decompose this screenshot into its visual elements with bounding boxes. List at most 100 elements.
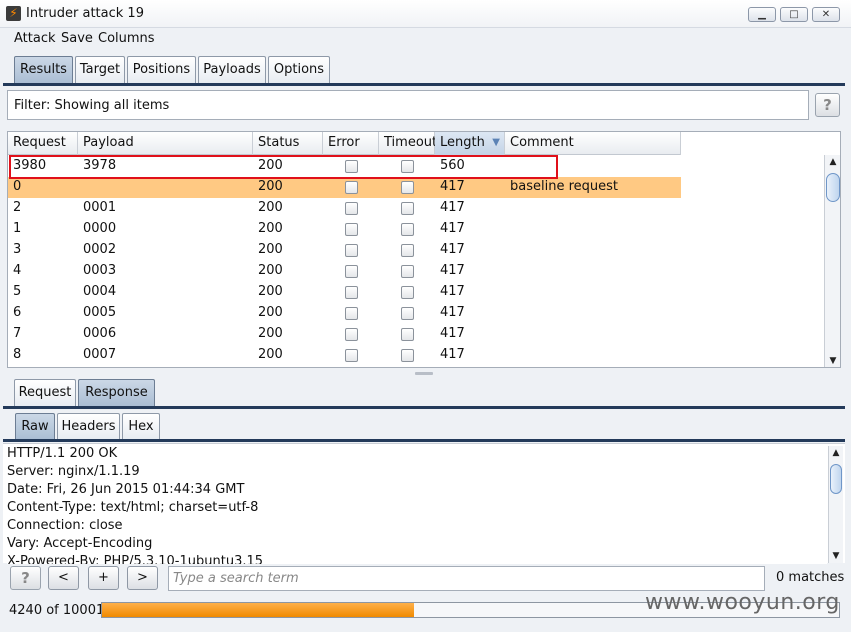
- table-row[interactable]: 5 0004 200 417: [8, 282, 681, 303]
- search-next-button[interactable]: >: [127, 566, 158, 590]
- col-error[interactable]: Error: [323, 132, 379, 155]
- cell-length: 417: [440, 263, 465, 278]
- cell-comment: baseline request: [510, 179, 618, 194]
- error-checkbox[interactable]: [345, 349, 358, 362]
- tab-payloads[interactable]: Payloads: [198, 56, 266, 84]
- scroll-down-icon[interactable]: ▼: [825, 354, 840, 367]
- timeout-checkbox[interactable]: [401, 202, 414, 215]
- table-row[interactable]: 8 0007 200 417: [8, 345, 681, 366]
- cell-status: 200: [258, 305, 283, 320]
- filter-label: Filter: Showing all items: [14, 98, 170, 113]
- search-input[interactable]: [168, 566, 765, 591]
- progress-status: 4240 of 10001: [9, 603, 105, 618]
- cell-request: 6: [13, 305, 22, 320]
- timeout-checkbox[interactable]: [401, 349, 414, 362]
- cell-status: 200: [258, 200, 283, 215]
- response-line: X-Powered-By: PHP/5.3.10-1ubuntu3.15: [7, 554, 264, 564]
- tab-results[interactable]: Results: [14, 56, 73, 84]
- table-row[interactable]: 0 200 417 baseline request: [8, 177, 681, 198]
- table-row[interactable]: 6 0005 200 417: [8, 303, 681, 324]
- timeout-checkbox[interactable]: [401, 265, 414, 278]
- tab-positions[interactable]: Positions: [127, 56, 196, 84]
- col-status[interactable]: Status: [253, 132, 323, 155]
- scroll-up-icon[interactable]: ▲: [829, 446, 843, 460]
- tab-underline: [3, 83, 845, 86]
- search-help-button[interactable]: ?: [10, 566, 41, 590]
- table-row[interactable]: 2 0001 200 417: [8, 198, 681, 219]
- error-checkbox[interactable]: [345, 181, 358, 194]
- pane-splitter[interactable]: [415, 372, 433, 375]
- col-length[interactable]: Length ▼: [435, 132, 505, 155]
- menu-columns[interactable]: Columns: [98, 31, 155, 46]
- timeout-checkbox[interactable]: [401, 286, 414, 299]
- error-checkbox[interactable]: [345, 265, 358, 278]
- menu-attack[interactable]: Attack: [14, 31, 56, 46]
- response-line: Server: nginx/1.1.19: [7, 464, 140, 479]
- tab-raw[interactable]: Raw: [15, 413, 55, 440]
- filter-bar[interactable]: Filter: Showing all items: [7, 90, 809, 120]
- burp-flash-icon: ⚡: [6, 6, 21, 21]
- error-checkbox[interactable]: [345, 307, 358, 320]
- table-row[interactable]: 4 0003 200 417: [8, 261, 681, 282]
- tab-options[interactable]: Options: [268, 56, 330, 84]
- watermark: www.wooyun.org: [645, 590, 840, 615]
- cell-request: 8: [13, 347, 22, 362]
- tab-request[interactable]: Request: [14, 379, 76, 407]
- cell-length: 417: [440, 326, 465, 341]
- table-scrollbar[interactable]: ▲ ▼: [824, 155, 840, 367]
- scroll-up-icon[interactable]: ▲: [825, 155, 840, 169]
- cell-payload: 0003: [83, 263, 117, 278]
- close-button[interactable]: ✕: [812, 7, 840, 22]
- cell-payload: 0005: [83, 305, 117, 320]
- maximize-button[interactable]: □: [780, 7, 808, 22]
- error-checkbox[interactable]: [345, 244, 358, 257]
- filter-help-button[interactable]: ?: [815, 93, 840, 117]
- tab-headers[interactable]: Headers: [57, 413, 120, 440]
- response-text[interactable]: HTTP/1.1 200 OK Server: nginx/1.1.19 Dat…: [7, 446, 827, 564]
- scroll-thumb[interactable]: [826, 173, 840, 202]
- response-scrollbar[interactable]: ▲ ▼: [828, 446, 843, 563]
- menu-save[interactable]: Save: [61, 31, 93, 46]
- cell-payload: 0002: [83, 242, 117, 257]
- col-request[interactable]: Request: [8, 132, 78, 155]
- cell-payload: 0004: [83, 284, 117, 299]
- error-checkbox[interactable]: [345, 223, 358, 236]
- minimize-button[interactable]: ▁: [748, 7, 776, 22]
- response-line: Date: Fri, 26 Jun 2015 01:44:34 GMT: [7, 482, 245, 497]
- cell-status: 200: [258, 242, 283, 257]
- error-checkbox[interactable]: [345, 202, 358, 215]
- error-checkbox[interactable]: [345, 328, 358, 341]
- timeout-checkbox[interactable]: [401, 223, 414, 236]
- cell-payload: 0006: [83, 326, 117, 341]
- cell-request: 7: [13, 326, 22, 341]
- cell-payload: 0000: [83, 221, 117, 236]
- cell-payload: 0007: [83, 347, 117, 362]
- cell-length: 417: [440, 179, 465, 194]
- col-comment[interactable]: Comment: [505, 132, 681, 155]
- view-tab-underline: [3, 439, 845, 442]
- scroll-down-icon[interactable]: ▼: [829, 549, 843, 563]
- cell-status: 200: [258, 326, 283, 341]
- search-add-button[interactable]: +: [88, 566, 119, 590]
- col-timeout[interactable]: Timeout: [379, 132, 437, 155]
- progress-fill: [102, 603, 415, 617]
- tab-response[interactable]: Response: [78, 379, 155, 407]
- cell-length: 417: [440, 284, 465, 299]
- cell-request: 3: [13, 242, 22, 257]
- table-row[interactable]: 3 0002 200 417: [8, 240, 681, 261]
- tab-target[interactable]: Target: [75, 56, 125, 84]
- error-checkbox[interactable]: [345, 286, 358, 299]
- cell-status: 200: [258, 284, 283, 299]
- table-row[interactable]: 1 0000 200 417: [8, 219, 681, 240]
- cell-length: 417: [440, 347, 465, 362]
- scroll-thumb[interactable]: [830, 464, 842, 494]
- tab-hex[interactable]: Hex: [122, 413, 160, 440]
- timeout-checkbox[interactable]: [401, 307, 414, 320]
- table-row[interactable]: 7 0006 200 417: [8, 324, 681, 345]
- cell-request: 5: [13, 284, 22, 299]
- timeout-checkbox[interactable]: [401, 244, 414, 257]
- col-payload[interactable]: Payload: [78, 132, 253, 155]
- timeout-checkbox[interactable]: [401, 181, 414, 194]
- timeout-checkbox[interactable]: [401, 328, 414, 341]
- search-prev-button[interactable]: <: [48, 566, 79, 590]
